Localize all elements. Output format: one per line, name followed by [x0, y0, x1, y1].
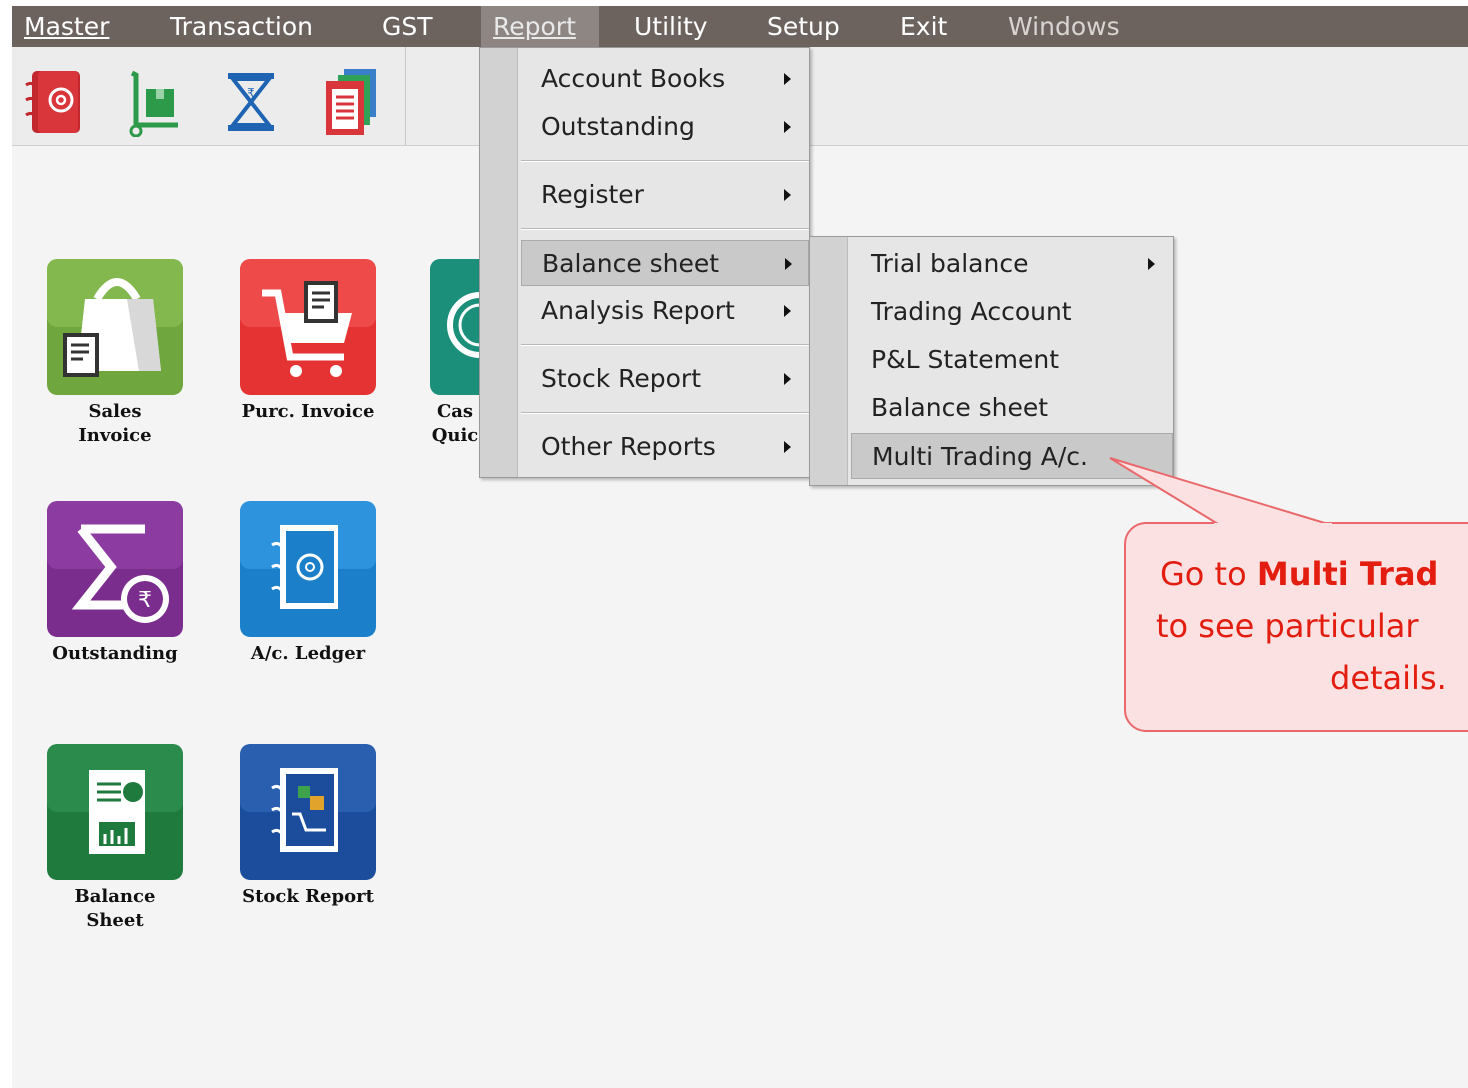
menu-item-analysis-report[interactable]: Analysis Report — [521, 288, 807, 334]
submenu-item-balance-sheet[interactable]: Balance sheet — [851, 385, 1171, 431]
submenu-gutter — [810, 237, 848, 485]
tile-balance-sheet-line2: Sheet — [86, 910, 144, 931]
menu-setup-label: Setup — [767, 12, 840, 41]
tile-outstanding-label: Outstanding — [52, 643, 178, 664]
menu-item-stock-report-label: Stock Report — [541, 364, 702, 393]
menu-item-register-label: Register — [541, 180, 644, 209]
tile-cash-quick-line1: Cas — [436, 401, 474, 422]
menu-windows-label: Windows — [1008, 12, 1120, 41]
submenu-item-balance-sheet-label: Balance sheet — [871, 393, 1049, 422]
tile-balance-sheet-label: Balance Sheet — [27, 885, 203, 933]
menu-item-account-books-label: Account Books — [541, 64, 726, 93]
callout-line1-pre: Go to — [1160, 555, 1257, 593]
menu-separator — [521, 344, 809, 346]
report-dropdown-menu: Account Books Outstanding Register Balan… — [479, 47, 810, 478]
submenu-arrow-icon — [784, 121, 791, 133]
menu-setup[interactable]: Setup — [755, 6, 852, 47]
menu-report-label: Report — [493, 12, 576, 41]
submenu-arrow-icon — [784, 441, 791, 453]
tile-sales-invoice-line1: Sales — [88, 401, 142, 422]
submenu-item-trading-account[interactable]: Trading Account — [851, 289, 1171, 335]
menu-item-account-books[interactable]: Account Books — [521, 56, 807, 102]
callout-pointer — [1109, 457, 1332, 530]
menu-item-analysis-report-label: Analysis Report — [541, 296, 735, 325]
balance-sheet-report-icon — [47, 744, 183, 880]
submenu-item-multi-trading-label: Multi Trading A/c. — [872, 442, 1088, 471]
submenu-arrow-icon — [784, 73, 791, 85]
tile-purc-invoice-label: Purc. Invoice — [241, 401, 375, 422]
menu-item-outstanding-label: Outstanding — [541, 112, 695, 141]
address-book-icon[interactable] — [24, 67, 86, 137]
menu-item-other-reports-label: Other Reports — [541, 432, 716, 461]
svg-text:₹: ₹ — [138, 588, 152, 613]
menu-report[interactable]: Report — [481, 6, 599, 47]
menu-item-outstanding[interactable]: Outstanding — [521, 104, 807, 150]
submenu-arrow-icon — [784, 373, 791, 385]
menu-separator — [521, 412, 809, 414]
menu-separator — [521, 160, 809, 162]
menu-item-other-reports[interactable]: Other Reports — [521, 424, 807, 470]
menu-item-register[interactable]: Register — [521, 172, 807, 218]
callout-line2: to see particular — [1156, 607, 1419, 645]
callout-text: Go to Multi Trad to see particular detai… — [1124, 548, 1468, 704]
submenu-item-pl-statement-label: P&L Statement — [871, 345, 1060, 374]
trolley-box-icon[interactable] — [122, 67, 184, 137]
menu-master-label: Master — [24, 12, 110, 41]
menu-bar: Master Transaction GST Report Utility Se… — [12, 6, 1468, 47]
submenu-item-trial-balance[interactable]: Trial balance — [851, 241, 1171, 287]
shopping-cart-icon — [240, 259, 376, 395]
menu-gst[interactable]: GST — [370, 6, 445, 47]
tile-sales-invoice-label: Sales Invoice — [27, 400, 203, 448]
svg-text:₹: ₹ — [247, 86, 255, 100]
tile-cash-quick-label: Cas Quic — [430, 400, 480, 448]
callout-line1: Go to Multi Trad — [1124, 548, 1468, 600]
shopping-bag-icon — [47, 259, 183, 395]
menu-windows[interactable]: Windows — [996, 6, 1132, 47]
menu-transaction-label: Transaction — [170, 12, 314, 41]
submenu-item-pl-statement[interactable]: P&L Statement — [851, 337, 1171, 383]
menu-gutter — [480, 48, 518, 477]
menu-utility[interactable]: Utility — [622, 6, 720, 47]
tile-balance-sheet-line1: Balance — [74, 886, 156, 907]
menu-item-balance-sheet-label: Balance sheet — [542, 249, 720, 278]
menu-separator — [521, 228, 809, 230]
left-strip — [0, 0, 12, 1088]
submenu-item-trading-account-label: Trading Account — [871, 297, 1072, 326]
hourglass-rupee-icon[interactable]: ₹ — [220, 67, 282, 137]
callout-line3: details. — [1330, 659, 1447, 697]
submenu-arrow-icon — [1148, 258, 1155, 270]
tile-sales-invoice-line2: Invoice — [78, 425, 152, 446]
menu-item-balance-sheet[interactable]: Balance sheet — [521, 240, 809, 286]
menu-exit-label: Exit — [900, 12, 948, 41]
balance-sheet-submenu: Trial balance Trading Account P&L Statem… — [809, 236, 1174, 486]
tile-stock-report-label: Stock Report — [242, 886, 374, 907]
menu-utility-label: Utility — [634, 12, 708, 41]
documents-icon[interactable] — [318, 67, 380, 137]
ledger-book-icon — [240, 501, 376, 637]
submenu-arrow-icon — [784, 305, 791, 317]
menu-transaction[interactable]: Transaction — [158, 6, 325, 47]
toolbar-separator — [405, 47, 406, 146]
stock-book-icon — [240, 744, 376, 880]
menu-item-stock-report[interactable]: Stock Report — [521, 356, 807, 402]
submenu-item-trial-balance-label: Trial balance — [871, 249, 1029, 278]
submenu-arrow-icon — [784, 189, 791, 201]
menu-exit[interactable]: Exit — [888, 6, 959, 47]
callout-line1-bold: Multi Trad — [1256, 555, 1439, 593]
cash-icon — [430, 259, 480, 395]
menu-gst-label: GST — [382, 12, 433, 41]
tile-cash-quick-line2: Quic — [431, 425, 479, 446]
menu-master[interactable]: Master — [12, 6, 121, 47]
tile-ac-ledger-label: A/c. Ledger — [250, 643, 366, 664]
submenu-arrow-icon — [785, 258, 792, 270]
sigma-rupee-icon: ₹ — [47, 501, 183, 637]
